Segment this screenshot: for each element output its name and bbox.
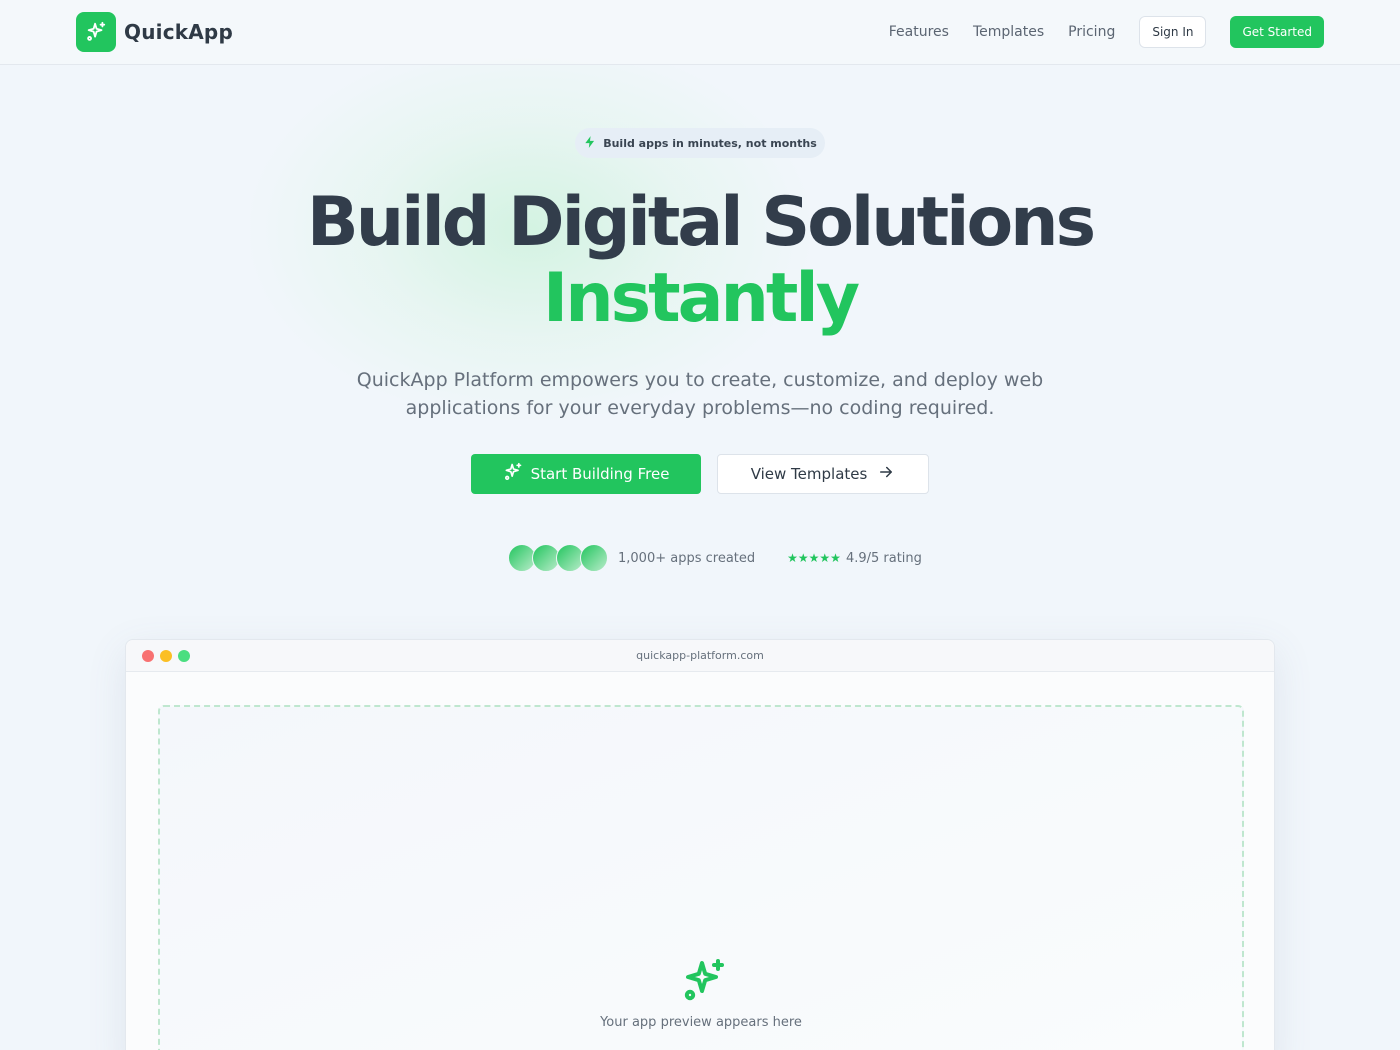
- preview-canvas: Your app preview appears here: [158, 705, 1244, 1050]
- hero-subtitle: QuickApp Platform empowers you to create…: [356, 369, 1044, 419]
- sparkles-icon: [503, 462, 523, 486]
- view-templates-button[interactable]: View Templates: [717, 454, 929, 494]
- hero-title-accent: Instantly: [542, 259, 860, 338]
- nav-link-features[interactable]: Features: [889, 24, 949, 40]
- sign-in-button[interactable]: Sign In: [1139, 16, 1207, 48]
- app-preview-window: quickapp-platform.com Your app preview a…: [125, 639, 1275, 1050]
- hero-badge: Build apps in minutes, not months: [575, 128, 825, 158]
- nav-link-pricing[interactable]: Pricing: [1068, 24, 1115, 40]
- start-building-label: Start Building Free: [530, 465, 670, 483]
- view-templates-label: View Templates: [750, 465, 868, 483]
- lightning-icon: [583, 135, 597, 152]
- brand-logo[interactable]: QuickApp: [76, 12, 233, 52]
- get-started-button[interactable]: Get Started: [1230, 16, 1324, 48]
- top-navigation: QuickApp Features Templates Pricing Sign…: [0, 0, 1400, 65]
- browser-toolbar: quickapp-platform.com: [126, 640, 1274, 672]
- avatar: [580, 544, 608, 572]
- social-proof: 1,000+ apps created ★★★★★ 4.9/5 rating: [508, 543, 922, 573]
- avatar-stack: [508, 544, 608, 572]
- arrow-right-icon: [877, 463, 895, 485]
- start-building-button[interactable]: Start Building Free: [471, 454, 701, 494]
- preview-placeholder-text: Your app preview appears here: [600, 1015, 802, 1030]
- sparkles-icon: [680, 957, 728, 1009]
- apps-created-text: 1,000+ apps created: [618, 550, 756, 566]
- sparkles-icon: [76, 12, 116, 52]
- hero-badge-text: Build apps in minutes, not months: [603, 136, 817, 150]
- nav-links: Features Templates Pricing Sign In Get S…: [889, 16, 1324, 48]
- hero-title: Build Digital Solutions: [306, 183, 1096, 262]
- brand-name: QuickApp: [124, 20, 233, 44]
- browser-url: quickapp-platform.com: [636, 649, 764, 662]
- rating-text: 4.9/5 rating: [845, 550, 922, 566]
- star-rating-icon: ★★★★★: [787, 551, 841, 565]
- nav-link-templates[interactable]: Templates: [973, 24, 1044, 40]
